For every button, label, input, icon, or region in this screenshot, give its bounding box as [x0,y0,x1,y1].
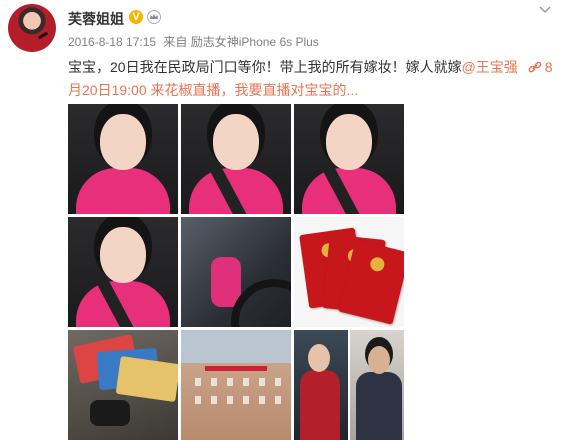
photo-civil-affairs-building[interactable] [181,330,291,440]
post-text-body: 宝宝，20日我在民政局门口等你！带上我的所有嫁妆！嫁人就嫁 [68,59,462,75]
photo-marriage-certificates[interactable] [294,217,404,327]
post-text: 宝宝，20日我在民政局门口等你！带上我的所有嫁妆！嫁人就嫁@王宝强 8月20日1… [68,56,558,102]
link-icon[interactable] [528,61,542,73]
post-meta: 2016-8-18 17:15 来自 励志女神iPhone 6s Plus [68,33,319,50]
photo-wallet-cards[interactable] [68,330,178,440]
photo-selfie-4[interactable] [68,217,178,327]
photo-driving-selfie[interactable] [181,217,291,327]
crown-member-icon[interactable] [147,10,161,24]
photo-selfie-2[interactable] [181,104,291,214]
source[interactable]: 来自 励志女神iPhone 6s Plus [163,35,318,49]
avatar[interactable] [8,4,56,52]
photo-selfie-3[interactable] [294,104,404,214]
photo-couple-portraits[interactable] [294,330,404,440]
author-name[interactable]: 芙蓉姐姐 [68,9,124,29]
chevron-down-icon[interactable] [538,2,552,16]
verified-badge-icon[interactable]: V [129,10,143,24]
mention-link[interactable]: @王宝强 [462,59,518,75]
timestamp[interactable]: 2016-8-18 17:15 [68,35,156,49]
photo-selfie-1[interactable] [68,104,178,214]
